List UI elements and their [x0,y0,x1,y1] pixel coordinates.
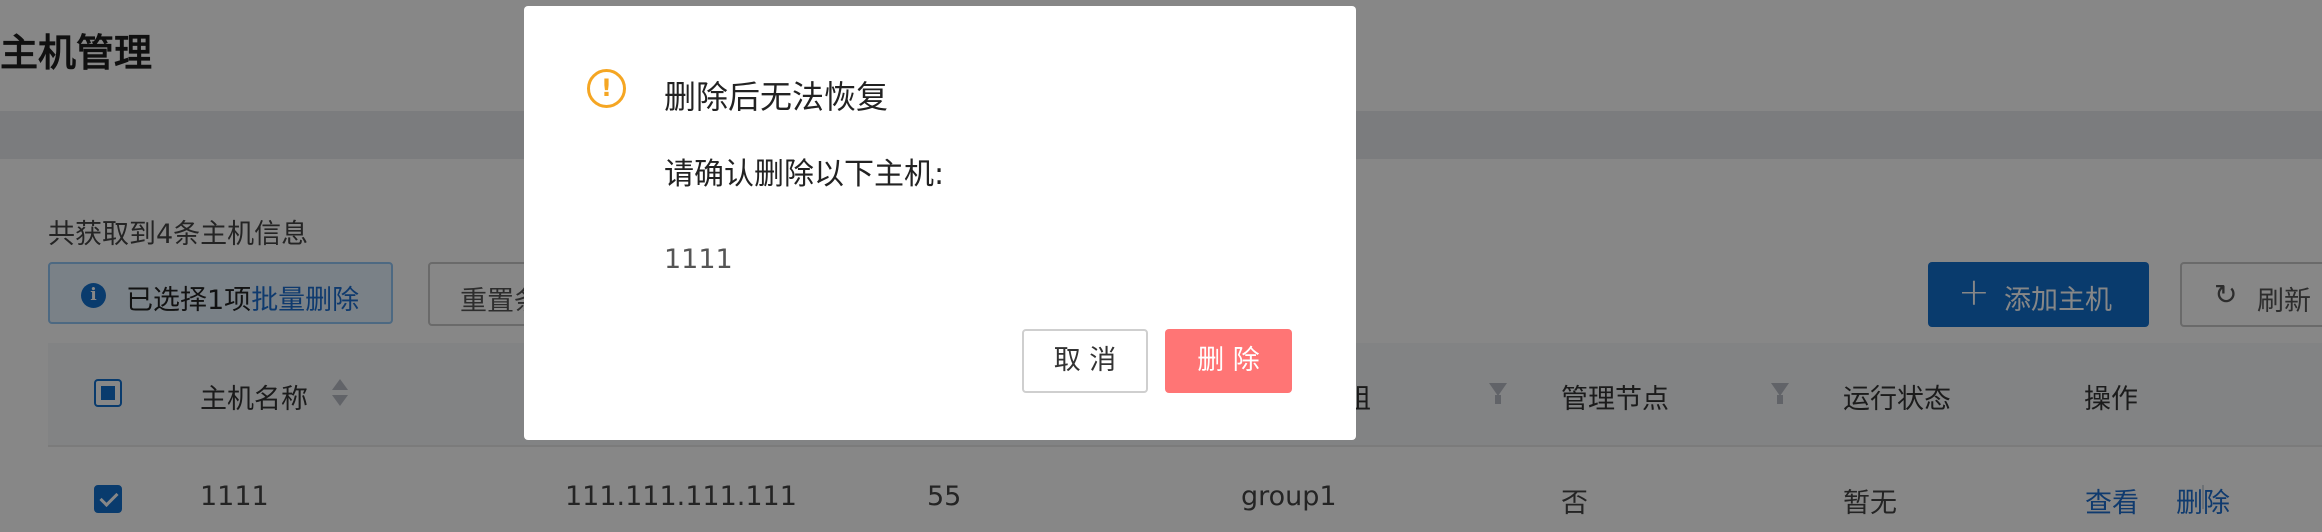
delete-confirm-dialog: ! 删除后无法恢复 请确认删除以下主机: 1111 取 消 删 除 [524,6,1356,440]
cancel-button[interactable]: 取 消 [1022,329,1148,393]
confirm-delete-button[interactable]: 删 除 [1165,329,1292,393]
dialog-host-name: 1111 [664,244,733,275]
dialog-title: 删除后无法恢复 [664,78,889,116]
warning-circle-icon: ! [587,69,626,108]
dialog-subtitle: 请确认删除以下主机: [664,157,945,192]
